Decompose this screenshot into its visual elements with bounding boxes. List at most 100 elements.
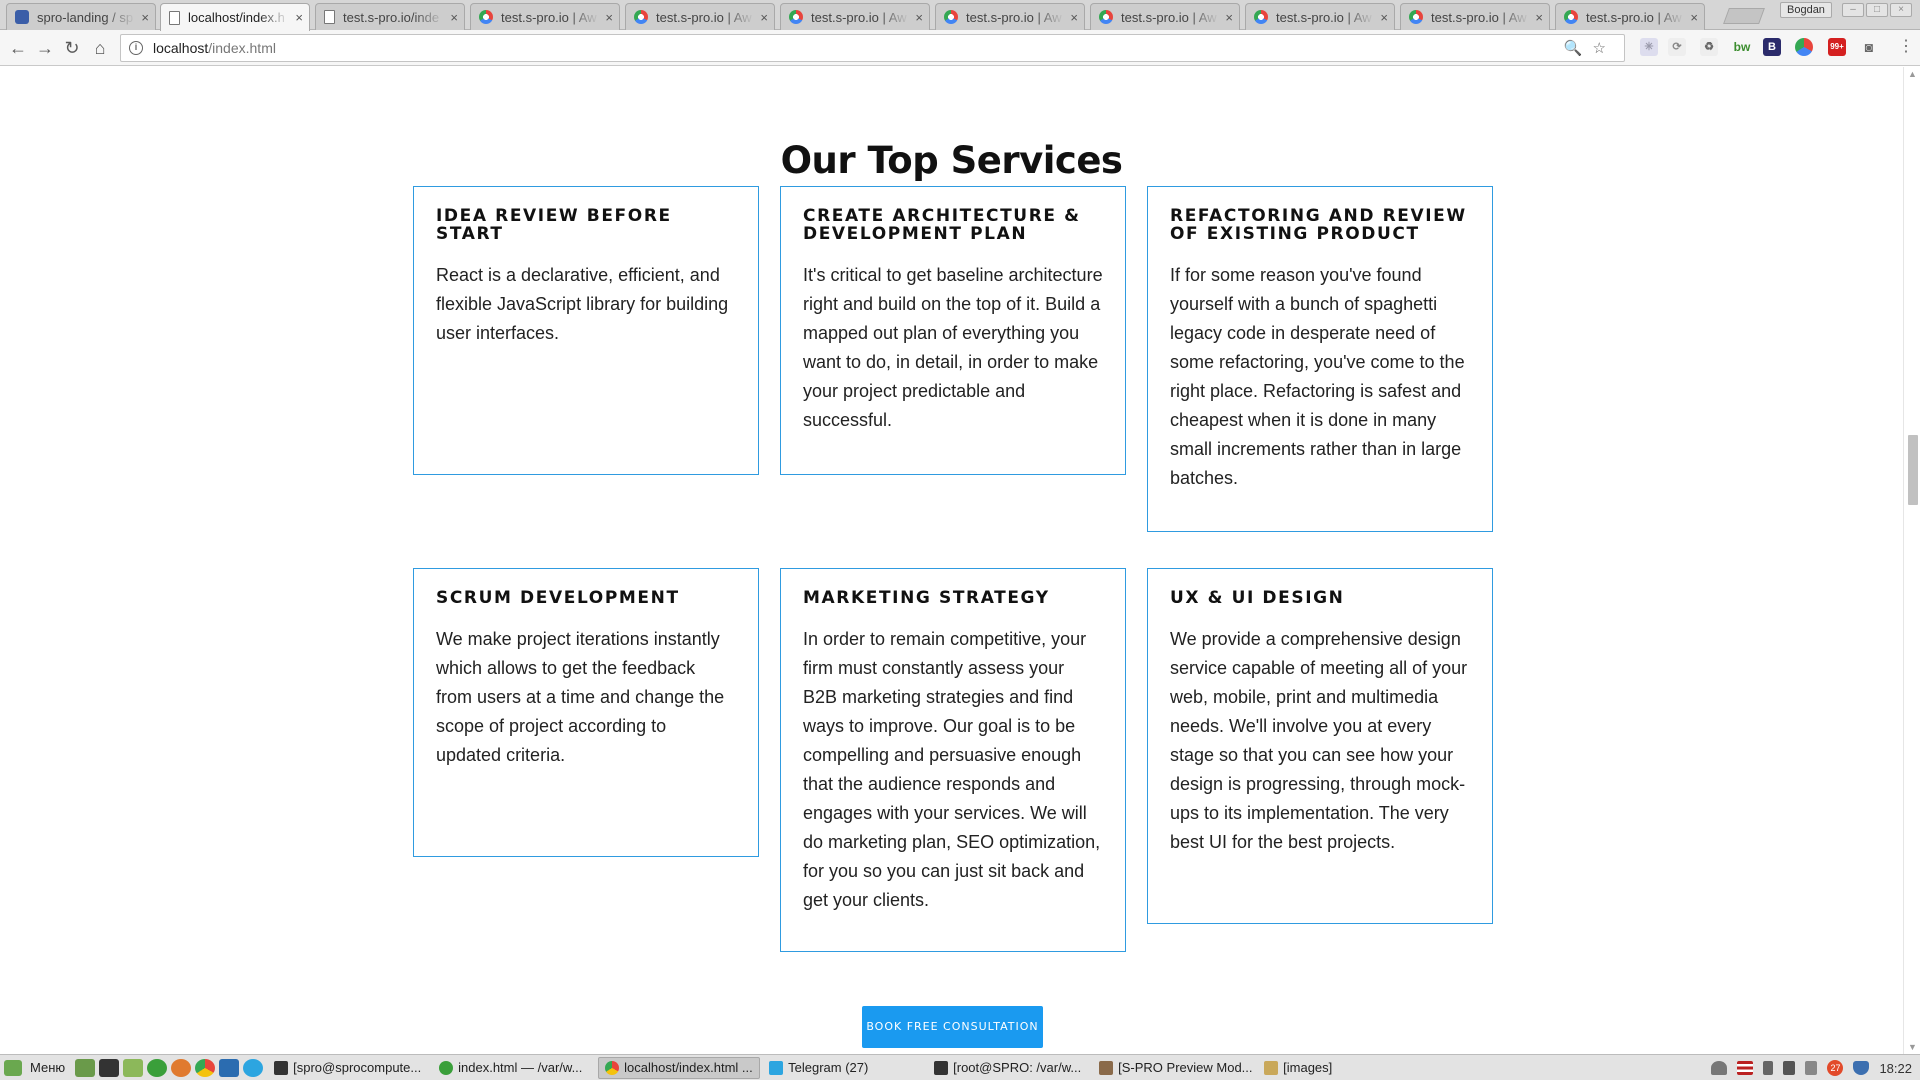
service-card-title: MARKETING STRATEGY	[803, 588, 1050, 608]
network-icon[interactable]	[1805, 1061, 1818, 1075]
browser-tab-strip: spro-landing / sp × localhost/index.h × …	[0, 0, 1920, 31]
start-menu-button[interactable]: Меню	[0, 1055, 73, 1081]
reload-icon[interactable]: ↻	[60, 36, 84, 60]
camera-icon[interactable]: ◙	[1860, 38, 1878, 56]
browser-tab[interactable]: test.s-pro.io/inde ×	[315, 3, 465, 30]
zoom-bookmark-icons[interactable]: 🔍☆	[1564, 39, 1616, 57]
tab-title: spro-landing / sp	[37, 9, 134, 25]
window-close-icon[interactable]: ×	[1890, 3, 1912, 17]
service-card: CREATE ARCHITECTURE & DEVELOPMENT PLAN I…	[780, 186, 1126, 475]
browser-tab[interactable]: test.s-pro.io | Aw ×	[1555, 3, 1705, 30]
close-icon[interactable]: ×	[141, 10, 149, 25]
new-tab-button[interactable]	[1723, 8, 1765, 24]
us-flag-icon[interactable]	[1737, 1061, 1754, 1075]
taskbar-item[interactable]: [root@SPRO: /var/w...	[928, 1057, 1090, 1079]
close-icon[interactable]: ×	[1535, 10, 1543, 25]
scroll-down-icon[interactable]: ▼	[1908, 1042, 1917, 1052]
book-consultation-button[interactable]: BOOK FREE CONSULTATION	[862, 1006, 1043, 1048]
service-card-text: In order to remain competitive, your fir…	[803, 629, 1101, 910]
extension-icon[interactable]: ✳	[1640, 38, 1658, 56]
taskbar-item-label: [spro@sprocompute...	[293, 1060, 422, 1075]
site-info-icon[interactable]: i	[129, 41, 143, 55]
taskbar-item-label: [root@SPRO: /var/w...	[953, 1060, 1082, 1075]
back-icon[interactable]: ←	[6, 36, 30, 60]
terminal-icon	[934, 1060, 949, 1075]
bw-extension-icon[interactable]: bw	[1733, 38, 1751, 56]
page-icon	[324, 10, 335, 24]
browser-tab[interactable]: test.s-pro.io | Aw ×	[1090, 3, 1240, 30]
close-icon[interactable]: ×	[1225, 10, 1233, 25]
mail-extension-icon[interactable]: 99+	[1828, 38, 1846, 56]
notification-badge[interactable]: 27	[1827, 1060, 1844, 1076]
minimize-icon[interactable]: –	[1842, 3, 1864, 17]
close-icon[interactable]: ×	[605, 10, 613, 25]
terminal-launcher-icon[interactable]	[99, 1058, 120, 1077]
forward-icon[interactable]: →	[33, 36, 57, 60]
tab-title: test.s-pro.io | Aw	[656, 9, 752, 25]
close-icon[interactable]: ×	[915, 10, 923, 25]
browser-tab[interactable]: test.s-pro.io | Aw ×	[935, 3, 1085, 30]
taskbar-item[interactable]: [images]	[1258, 1057, 1420, 1079]
service-card-text: We provide a comprehensive design servic…	[1170, 629, 1468, 852]
page-scrollbar[interactable]: ▲ ▼	[1903, 67, 1920, 1054]
chrome-ring-icon	[944, 10, 958, 24]
taskbar-item[interactable]: [spro@sprocompute...	[268, 1057, 430, 1079]
shield-icon[interactable]	[1853, 1061, 1870, 1075]
service-card-title: IDEA REVIEW BEFORE START	[436, 206, 672, 244]
tab-title: test.s-pro.io/inde	[343, 9, 440, 25]
taskbar-item[interactable]: index.html — /var/w...	[433, 1057, 595, 1079]
chrome-extension-icon[interactable]	[1795, 38, 1813, 56]
chrome-ring-icon	[634, 10, 648, 24]
files-launcher-icon[interactable]	[123, 1058, 144, 1077]
volume-icon[interactable]	[1783, 1061, 1796, 1075]
service-card-text: React is a declarative, efficient, and f…	[436, 265, 729, 343]
browser-tab[interactable]: test.s-pro.io | Aw ×	[1400, 3, 1550, 30]
vscode-launcher-icon[interactable]	[219, 1058, 240, 1077]
pen-icon[interactable]	[1763, 1061, 1774, 1075]
browser-tab-active[interactable]: localhost/index.h ×	[160, 3, 310, 31]
close-icon[interactable]: ×	[760, 10, 768, 25]
browser-tab[interactable]: spro-landing / sp ×	[6, 3, 156, 30]
extension-icon[interactable]: ⟳	[1668, 38, 1686, 56]
taskbar-item-label: [images]	[1283, 1060, 1333, 1075]
maximize-icon[interactable]: □	[1866, 3, 1888, 17]
home-icon[interactable]: ⌂	[88, 36, 112, 60]
profile-button[interactable]: Bogdan	[1780, 2, 1832, 18]
browser-tab[interactable]: test.s-pro.io | Aw ×	[470, 3, 620, 30]
close-icon[interactable]: ×	[1380, 10, 1388, 25]
browser-tab[interactable]: test.s-pro.io | Aw ×	[780, 3, 930, 30]
address-bar[interactable]: i localhost/index.html 🔍☆	[120, 34, 1625, 62]
firefox-launcher-icon[interactable]	[171, 1058, 192, 1077]
gimp-icon	[1099, 1060, 1114, 1075]
service-card-title: SCRUM DEVELOPMENT	[436, 588, 680, 608]
bootstrap-extension-icon[interactable]: B	[1763, 38, 1781, 56]
chrome-menu-icon[interactable]: ⋮	[1898, 37, 1914, 57]
taskbar-item[interactable]: Telegram (27)	[763, 1057, 925, 1079]
chrome-launcher-icon[interactable]	[195, 1058, 216, 1077]
chrome-ring-icon	[1099, 10, 1113, 24]
os-taskbar: Меню [spro@sprocompute... index.html — /…	[0, 1054, 1920, 1080]
editor-launcher-icon[interactable]	[147, 1058, 168, 1077]
taskbar-item-active[interactable]: localhost/index.html ...	[598, 1056, 761, 1079]
taskbar-item[interactable]: [S-PRO Preview Mod...	[1093, 1057, 1255, 1079]
folder-icon	[1264, 1060, 1279, 1075]
tab-title: test.s-pro.io | Aw	[1276, 9, 1372, 25]
show-desktop-icon[interactable]	[75, 1058, 96, 1077]
browser-tab[interactable]: test.s-pro.io | Aw ×	[625, 3, 775, 30]
user-icon[interactable]	[1711, 1061, 1728, 1075]
telegram-launcher-icon[interactable]	[243, 1058, 264, 1077]
close-icon[interactable]: ×	[450, 10, 458, 25]
editor-icon	[439, 1060, 454, 1075]
scroll-up-icon[interactable]: ▲	[1908, 69, 1917, 79]
service-card-title: REFACTORING AND REVIEW OF EXISTING PRODU…	[1170, 206, 1467, 244]
close-icon[interactable]: ×	[295, 10, 303, 25]
scrollbar-thumb[interactable]	[1908, 435, 1918, 505]
tab-title: test.s-pro.io | Aw	[501, 9, 597, 25]
clock[interactable]: 18:22	[1879, 1061, 1912, 1076]
browser-tab[interactable]: test.s-pro.io | Aw ×	[1245, 3, 1395, 30]
browser-toolbar: ← → ↻ ⌂ i localhost/index.html 🔍☆ ✳ ⟳ ♻ …	[0, 30, 1920, 66]
chrome-ring-icon	[1564, 10, 1578, 24]
recycle-icon[interactable]: ♻	[1700, 38, 1718, 56]
close-icon[interactable]: ×	[1690, 10, 1698, 25]
close-icon[interactable]: ×	[1070, 10, 1078, 25]
